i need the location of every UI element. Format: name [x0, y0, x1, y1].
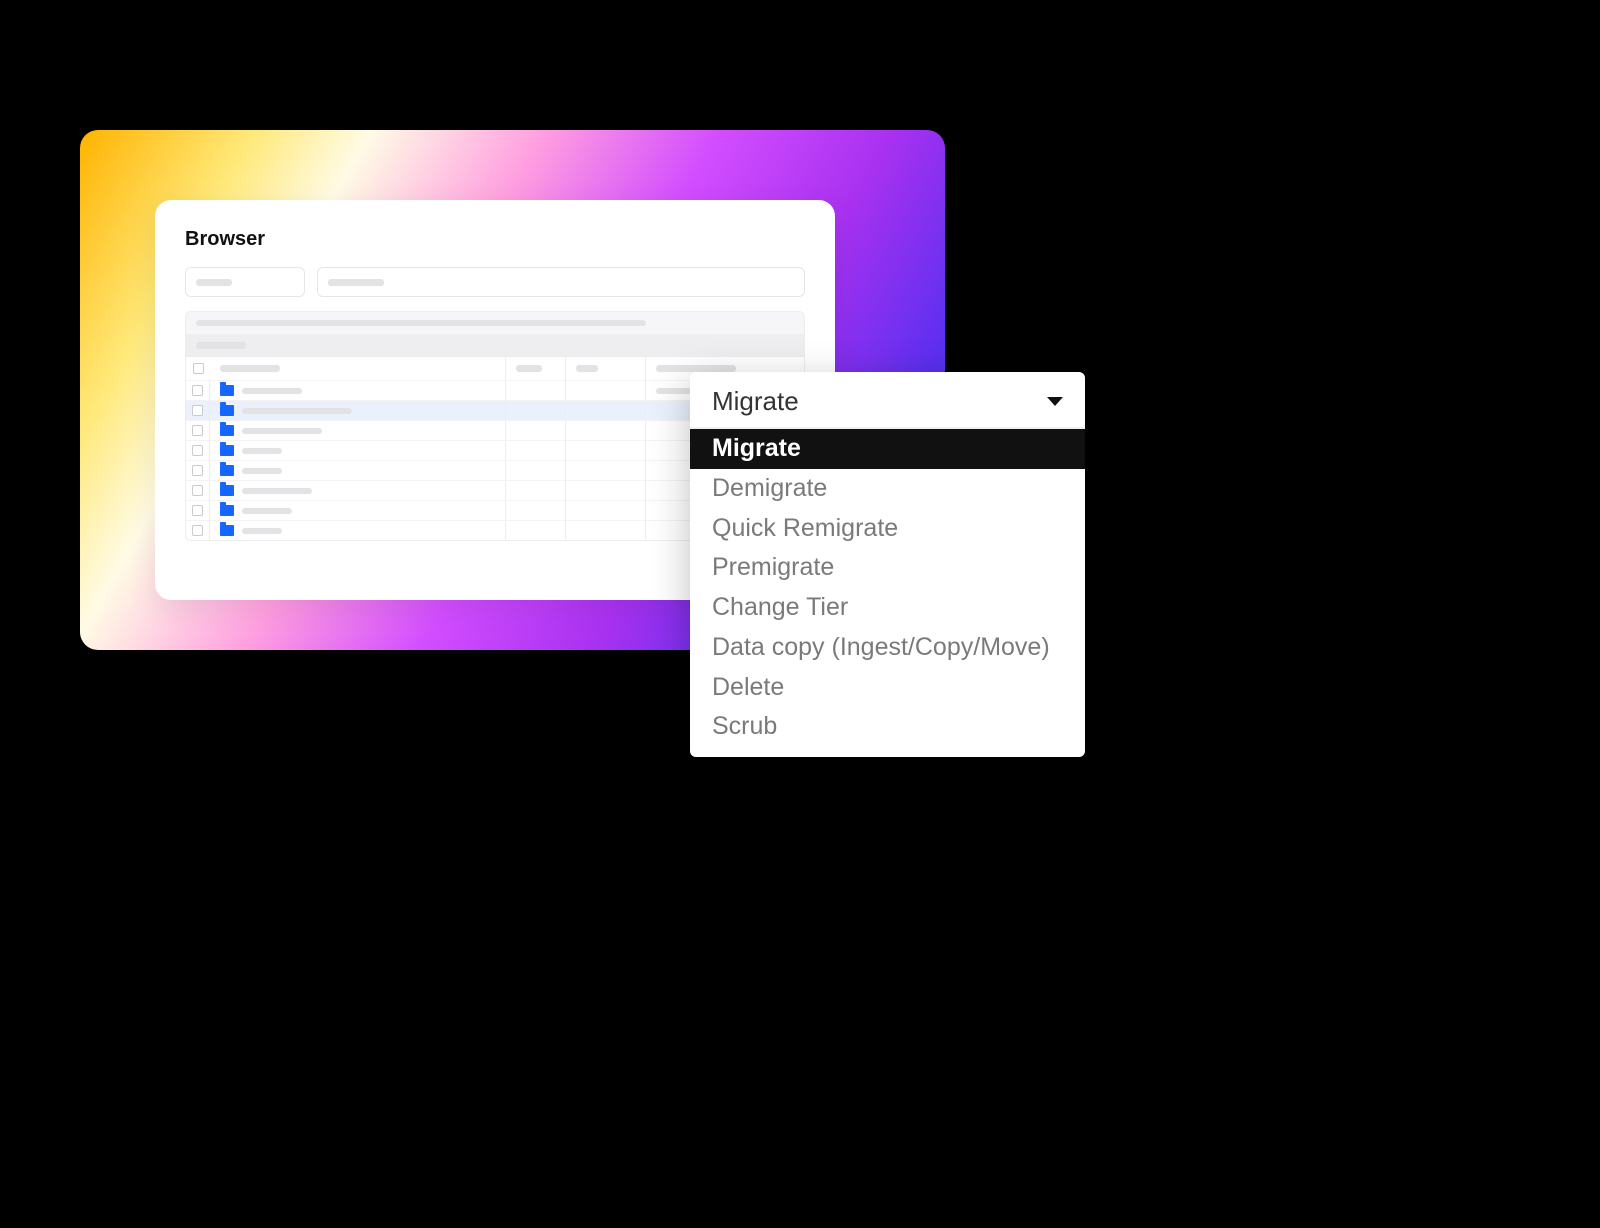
folder-icon — [220, 465, 234, 476]
table-pathbar — [186, 312, 804, 334]
dropdown-item[interactable]: Demigrate — [690, 469, 1085, 509]
panel-title: Browser — [185, 228, 805, 251]
cell-name — [210, 381, 506, 400]
dropdown-item[interactable]: Delete — [690, 668, 1085, 708]
row-checkbox[interactable] — [186, 481, 210, 500]
cell-c — [566, 501, 646, 520]
table-toolbar — [186, 334, 804, 356]
cell-c — [566, 401, 646, 420]
chevron-down-icon — [1047, 397, 1063, 406]
cell-b — [506, 421, 566, 440]
row-checkbox[interactable] — [186, 381, 210, 400]
cell-name — [210, 421, 506, 440]
row-checkbox[interactable] — [186, 521, 210, 540]
folder-icon — [220, 385, 234, 396]
folder-icon — [220, 445, 234, 456]
cell-b — [506, 401, 566, 420]
header-checkbox[interactable] — [186, 357, 210, 380]
row-checkbox[interactable] — [186, 401, 210, 420]
cell-c — [566, 521, 646, 540]
row-checkbox[interactable] — [186, 441, 210, 460]
dropdown-item[interactable]: Premigrate — [690, 548, 1085, 588]
dropdown-item[interactable]: Data copy (Ingest/Copy/Move) — [690, 628, 1085, 668]
dropdown-item[interactable]: Change Tier — [690, 588, 1085, 628]
cell-name — [210, 501, 506, 520]
cell-name — [210, 481, 506, 500]
cell-b — [506, 481, 566, 500]
folder-icon — [220, 525, 234, 536]
folder-icon — [220, 505, 234, 516]
cell-c — [566, 421, 646, 440]
row-checkbox[interactable] — [186, 501, 210, 520]
column-header-name[interactable] — [210, 357, 506, 380]
dropdown-item[interactable]: Quick Remigrate — [690, 509, 1085, 549]
cell-b — [506, 441, 566, 460]
cell-name — [210, 521, 506, 540]
cell-c — [566, 461, 646, 480]
cell-name — [210, 461, 506, 480]
column-header-c[interactable] — [566, 357, 646, 380]
filter-row — [185, 267, 805, 297]
dropdown-list: MigrateDemigrateQuick RemigratePremigrat… — [690, 429, 1085, 757]
cell-c — [566, 441, 646, 460]
action-dropdown: Migrate MigrateDemigrateQuick RemigrateP… — [690, 372, 1085, 757]
row-checkbox[interactable] — [186, 421, 210, 440]
folder-icon — [220, 485, 234, 496]
cell-name — [210, 441, 506, 460]
dropdown-item[interactable]: Scrub — [690, 707, 1085, 747]
column-header-b[interactable] — [506, 357, 566, 380]
filter-input-small[interactable] — [185, 267, 305, 297]
row-checkbox[interactable] — [186, 461, 210, 480]
filter-input-large[interactable] — [317, 267, 805, 297]
cell-c — [566, 381, 646, 400]
dropdown-item[interactable]: Migrate — [690, 429, 1085, 469]
dropdown-toggle[interactable]: Migrate — [690, 372, 1085, 429]
folder-icon — [220, 425, 234, 436]
cell-b — [506, 521, 566, 540]
cell-name — [210, 401, 506, 420]
cell-b — [506, 501, 566, 520]
folder-icon — [220, 405, 234, 416]
cell-b — [506, 381, 566, 400]
cell-b — [506, 461, 566, 480]
cell-c — [566, 481, 646, 500]
dropdown-selected-label: Migrate — [712, 386, 799, 417]
